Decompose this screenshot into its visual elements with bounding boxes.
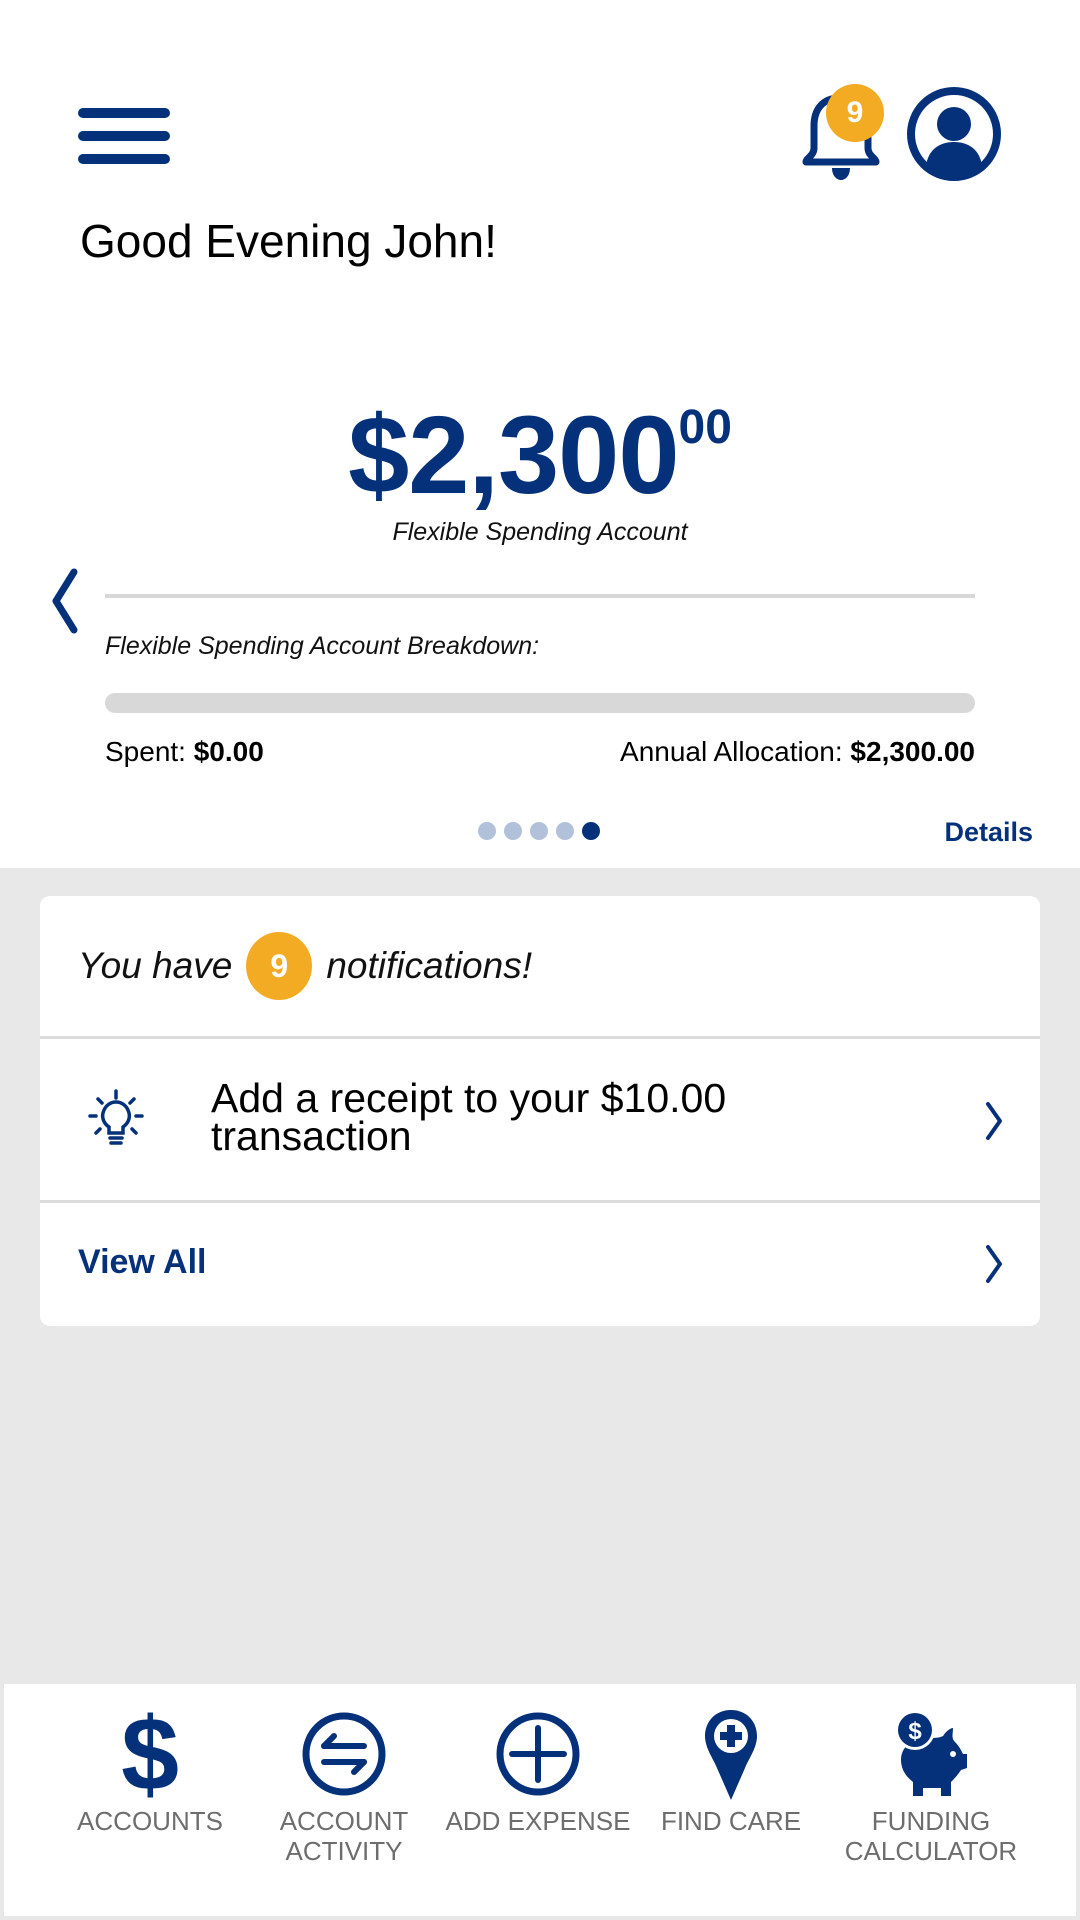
bottom-navigation: $ ACCOUNTS ACCOUNT ACTIVITY ADD EXPENSE <box>4 1684 1076 1916</box>
account-summary-section: 9 Good Evening John! $2,30000 Flexible S… <box>0 0 1080 868</box>
chevron-left-icon[interactable] <box>48 566 84 636</box>
account-balance: $2,30000 <box>0 392 1080 519</box>
menu-icon-bar <box>78 131 170 141</box>
allocation-label: Annual Allocation: <box>620 736 843 767</box>
svg-text:$: $ <box>121 1706 179 1802</box>
dollar-sign-icon: $ <box>121 1706 179 1802</box>
balance-cents: 00 <box>678 401 732 454</box>
nav-label: ACCOUNTS <box>77 1806 223 1836</box>
spent-label: Spent: <box>105 736 186 767</box>
menu-button[interactable] <box>78 108 170 164</box>
lightbulb-icon <box>88 1089 144 1145</box>
nav-accounts[interactable]: $ ACCOUNTS <box>50 1684 250 1916</box>
carousel-pager <box>478 822 600 840</box>
breakdown-title: Flexible Spending Account Breakdown: <box>105 632 540 660</box>
details-link[interactable]: Details <box>944 817 1033 848</box>
chevron-right-icon <box>986 1102 1002 1140</box>
user-profile-icon[interactable] <box>906 86 1002 182</box>
piggy-bank-icon: $ <box>895 1710 967 1796</box>
nav-funding-calculator[interactable]: $ FUNDING CALCULATOR <box>826 1684 1036 1916</box>
spending-progress-bar <box>105 693 975 713</box>
nav-label: ACCOUNT ACTIVITY <box>279 1806 409 1866</box>
menu-icon-bar <box>78 154 170 164</box>
pager-dot[interactable] <box>478 822 496 840</box>
nav-find-care[interactable]: FIND CARE <box>631 1684 831 1916</box>
menu-icon-bar <box>78 108 170 118</box>
transfer-arrows-icon <box>302 1712 386 1796</box>
notification-text: Add a receipt to your $10.00 transaction <box>211 1075 727 1159</box>
pager-dot[interactable] <box>530 822 548 840</box>
map-pin-plus-icon <box>705 1710 757 1800</box>
nav-account-activity[interactable]: ACCOUNT ACTIVITY <box>244 1684 444 1916</box>
view-all-label: View All <box>78 1243 207 1281</box>
notifications-suffix: notifications! <box>326 945 532 986</box>
notifications-card: You have 9 notifications! Add a receipt … <box>40 896 1040 1326</box>
divider <box>105 594 975 598</box>
pager-dot[interactable] <box>504 822 522 840</box>
svg-text:$: $ <box>908 1718 922 1745</box>
pager-dot[interactable] <box>582 822 600 840</box>
view-all-button[interactable]: View All <box>40 1203 1040 1323</box>
nav-add-expense[interactable]: ADD EXPENSE <box>438 1684 638 1916</box>
notifications-header: You have 9 notifications! <box>40 896 1040 1039</box>
allocation-value: $2,300.00 <box>850 736 975 767</box>
notifications-count-badge: 9 <box>246 932 313 1000</box>
greeting-text: Good Evening John! <box>80 215 497 267</box>
balance-whole: $2,300 <box>348 394 679 517</box>
notification-count-badge[interactable]: 9 <box>826 84 884 142</box>
spent-amount: Spent: $0.00 <box>105 736 264 768</box>
nav-label: ADD EXPENSE <box>445 1806 631 1836</box>
nav-label: FIND CARE <box>660 1806 802 1836</box>
nav-label: FUNDING CALCULATOR <box>844 1806 1018 1866</box>
account-name: Flexible Spending Account <box>392 518 688 546</box>
notification-item[interactable]: Add a receipt to your $10.00 transaction <box>40 1039 1040 1203</box>
notifications-prefix: You have <box>78 945 233 986</box>
chevron-right-icon <box>986 1245 1002 1283</box>
annual-allocation: Annual Allocation: $2,300.00 <box>620 736 975 768</box>
spent-value: $0.00 <box>193 736 264 767</box>
plus-circle-icon <box>496 1712 580 1796</box>
pager-dot[interactable] <box>556 822 574 840</box>
